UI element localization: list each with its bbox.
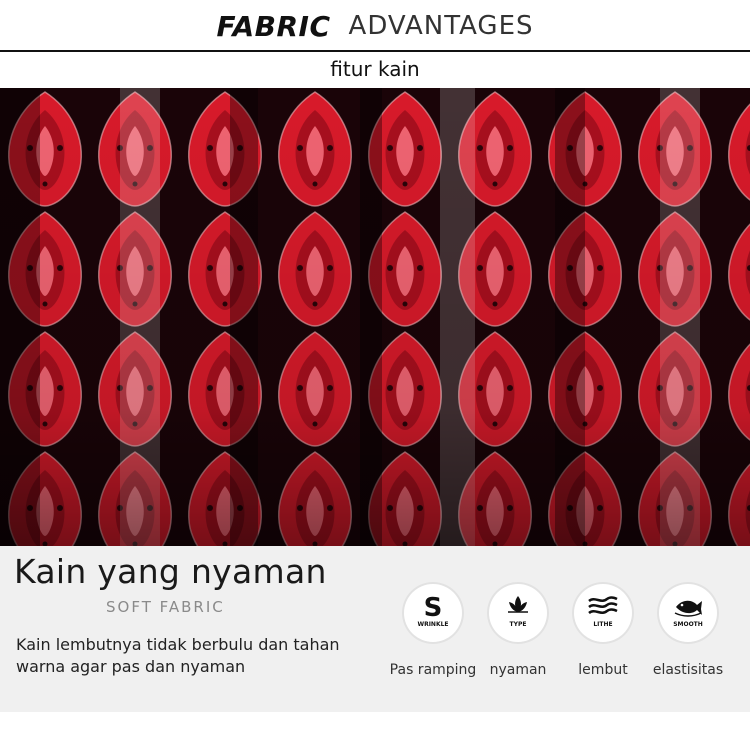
waves-icon bbox=[588, 596, 618, 615]
feature-badge: SMOOTH bbox=[659, 584, 717, 642]
feature-badge: TYPE bbox=[489, 584, 547, 642]
feature-label: elastisitas bbox=[652, 662, 724, 678]
svg-text:S: S bbox=[424, 593, 443, 620]
fish-icon bbox=[674, 600, 702, 617]
lotus-icon bbox=[508, 596, 528, 613]
feature-badge-text: TYPE bbox=[509, 621, 527, 628]
feature-badge: LITHE bbox=[574, 584, 632, 642]
feature-badge-text: LITHE bbox=[593, 621, 613, 628]
feature-label: Pas ramping bbox=[389, 662, 477, 678]
feature-label: lembut bbox=[578, 662, 628, 678]
feature-lithe: LITHE lembut bbox=[558, 584, 648, 678]
info-description: Kain lembutnya tidak berbulu dan tahan w… bbox=[16, 635, 340, 676]
feature-badge: S WRINKLE bbox=[404, 584, 462, 642]
title-light: ADVANTAGES bbox=[348, 11, 534, 41]
feature-badge-text: SMOOTH bbox=[673, 621, 703, 628]
feature-wrinkle: S WRINKLE Pas ramping bbox=[388, 584, 478, 678]
wrinkle-s-icon: S bbox=[424, 593, 443, 620]
feature-badge-text: WRINKLE bbox=[417, 621, 449, 628]
header: FABRIC ADVANTAGES bbox=[0, 0, 750, 52]
title-bold: FABRIC bbox=[216, 9, 331, 43]
feature-type: TYPE nyaman bbox=[473, 584, 563, 678]
red-black-batik-fabric-photo bbox=[0, 88, 750, 546]
info-panel: Kain yang nyaman SOFT FABRIC Kain lembut… bbox=[0, 546, 750, 712]
bottom-margin bbox=[0, 712, 750, 734]
info-heading: Kain yang nyaman bbox=[14, 552, 327, 591]
feature-smooth: SMOOTH elastisitas bbox=[643, 584, 733, 678]
fabric-photo bbox=[0, 88, 750, 546]
feature-label: nyaman bbox=[489, 662, 547, 678]
info-subheading: SOFT FABRIC bbox=[106, 598, 225, 616]
subtitle: fitur kain bbox=[330, 57, 420, 81]
